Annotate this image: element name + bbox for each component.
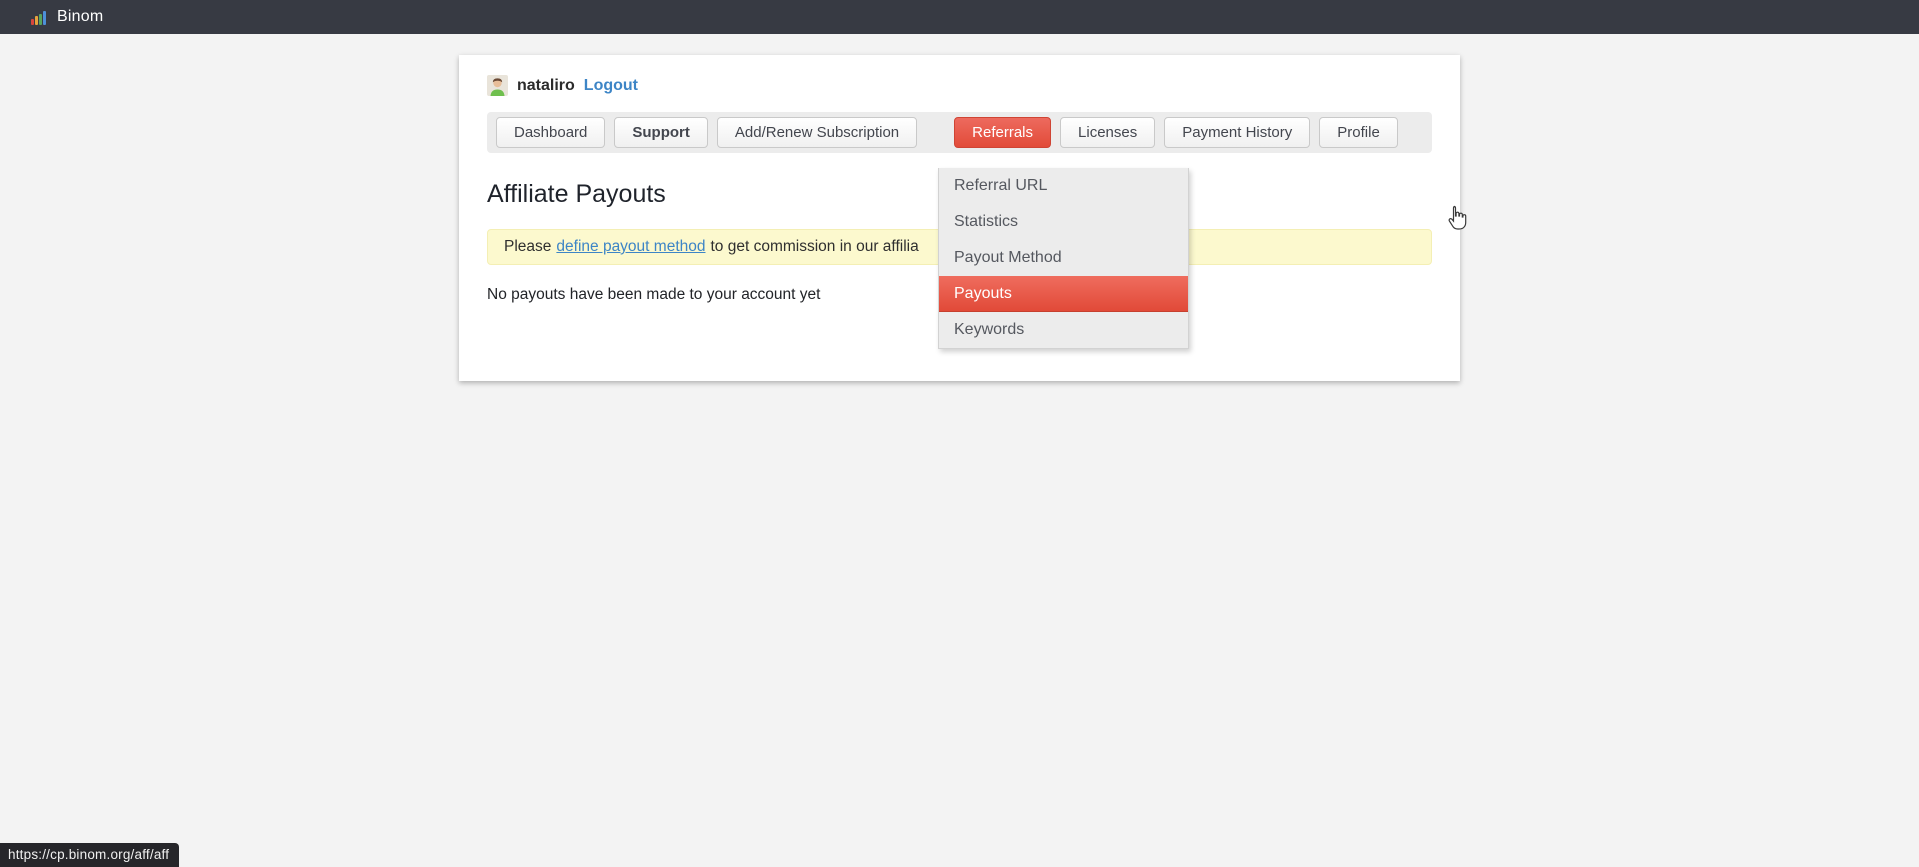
- nav-item-referrals[interactable]: Referrals: [954, 117, 1051, 148]
- main-card: nataliro Logout Dashboard Support Add/Re…: [459, 55, 1460, 381]
- dropdown-item-keywords[interactable]: Keywords: [939, 312, 1188, 348]
- top-bar: Binom: [0, 0, 1919, 34]
- user-row: nataliro Logout: [487, 75, 1432, 96]
- nav-item-support[interactable]: Support: [614, 117, 708, 148]
- nav-bar: Dashboard Support Add/Renew Subscription…: [487, 112, 1432, 153]
- username: nataliro: [517, 77, 575, 95]
- nav-item-add-renew-subscription[interactable]: Add/Renew Subscription: [717, 117, 917, 148]
- user-avatar: [487, 75, 508, 96]
- nav-item-licenses[interactable]: Licenses: [1060, 117, 1155, 148]
- status-url-tooltip: https://cp.binom.org/aff/aff: [0, 843, 179, 867]
- notice-suffix: to get commission in our affilia: [711, 238, 919, 256]
- nav-item-dashboard[interactable]: Dashboard: [496, 117, 605, 148]
- dropdown-item-payouts[interactable]: Payouts: [939, 276, 1188, 312]
- logout-link[interactable]: Logout: [584, 77, 638, 95]
- bar-chart-logo-icon: [31, 10, 48, 25]
- notice-prefix: Please: [504, 238, 551, 256]
- brand-title: Binom: [57, 8, 103, 26]
- dropdown-item-payout-method[interactable]: Payout Method: [939, 240, 1188, 276]
- dropdown-item-referral-url[interactable]: Referral URL: [939, 168, 1188, 204]
- nav-item-profile[interactable]: Profile: [1319, 117, 1398, 148]
- dropdown-item-statistics[interactable]: Statistics: [939, 204, 1188, 240]
- cursor-pointer-icon: [1445, 205, 1469, 231]
- define-payout-method-link[interactable]: define payout method: [556, 238, 705, 256]
- nav-item-payment-history[interactable]: Payment History: [1164, 117, 1310, 148]
- referrals-dropdown-menu: Referral URL Statistics Payout Method Pa…: [938, 168, 1189, 349]
